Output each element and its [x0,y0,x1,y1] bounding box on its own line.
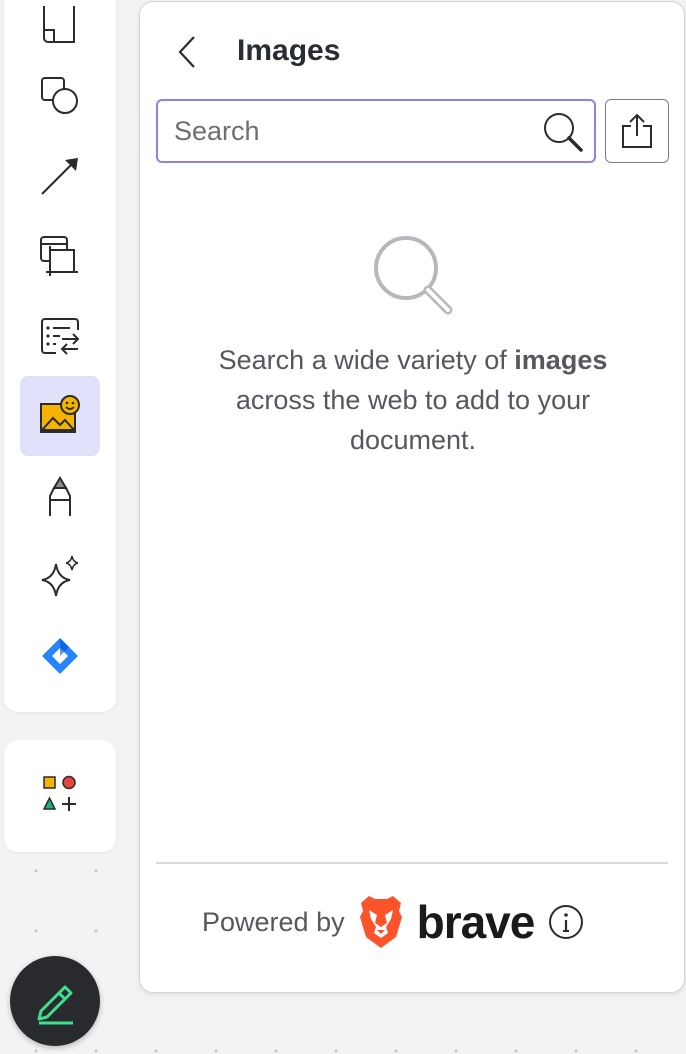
search-input[interactable] [174,101,534,161]
marker-tool[interactable] [20,456,100,536]
left-toolbar [4,0,116,712]
chevron-left-icon [178,36,195,68]
footer-divider [156,862,668,864]
shape-library-icon [42,775,76,811]
images-tool[interactable] [20,376,100,456]
marker-icon [49,476,71,516]
images-panel: Images Search a wide variety of images a… [139,1,685,993]
back-button[interactable] [168,30,208,74]
images-icon [39,395,80,433]
upload-button[interactable] [605,99,669,163]
info-button[interactable] [548,904,584,940]
ai-tool[interactable] [20,536,100,616]
data-import-icon [41,318,80,355]
shape-library-button[interactable] [40,774,80,819]
frame-tool[interactable] [20,216,100,296]
upload-icon [622,113,652,148]
shapes-tool[interactable] [20,56,100,136]
edit-pen-icon [37,985,73,1025]
data-import-tool[interactable] [20,296,100,376]
shapes-icon [41,77,78,114]
panel-title: Images [237,34,341,67]
powered-by-footer: Powered by brave [202,890,584,954]
info-icon [549,905,584,939]
arrow-icon [41,158,78,195]
jira-icon [42,638,78,674]
search-button[interactable] [540,109,586,155]
arrow-tool[interactable] [20,136,100,216]
empty-text-after: across the web to add to your document. [235,385,591,455]
empty-text-before: Search a wide variety of [218,345,515,375]
empty-text-bold: images [514,345,608,375]
frame-icon [40,236,78,276]
ai-sparkle-icon [41,555,79,597]
jira-tool[interactable] [20,616,100,696]
empty-state-message: Search a wide variety of images across t… [180,340,646,460]
page-icon [43,6,75,43]
empty-search-icon [374,236,453,315]
search-icon [544,113,583,152]
page-tool[interactable] [20,0,100,64]
secondary-toolbar [4,740,116,852]
search-box [156,99,596,163]
brave-wordmark: brave [416,896,536,948]
powered-by-label: Powered by [202,906,345,937]
edit-pen-button[interactable] [10,956,100,1046]
brave-lion-logo [359,896,402,948]
